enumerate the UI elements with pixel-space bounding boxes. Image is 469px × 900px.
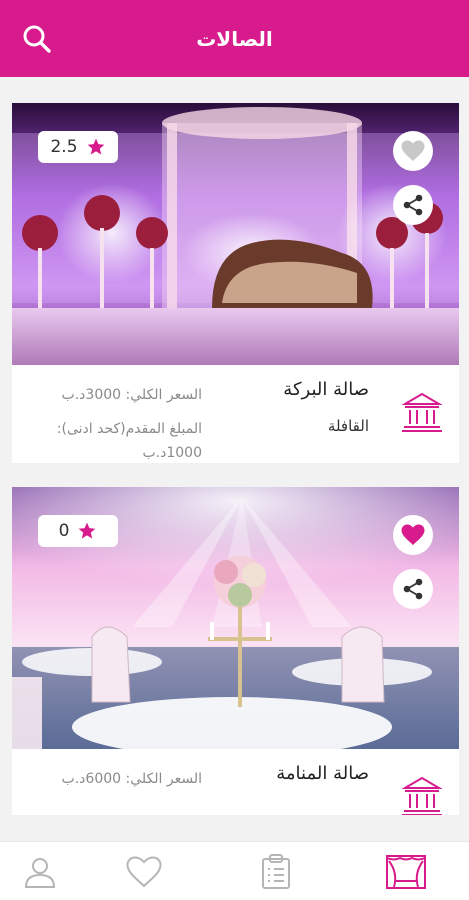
hall-card[interactable]: 2.5 صالة البركة القافلة السعر الكلي: 300… [12,103,459,463]
hall-name: صالة المنامة [276,763,369,784]
price-deposit: المبلغ المقدم(كحد ادنى): 1000د.ب [56,421,202,461]
stage-icon [386,855,426,889]
price-total: السعر الكلي: 3000د.ب [61,387,202,403]
heart-icon [401,524,425,545]
search-button[interactable] [22,24,52,54]
tab-halls[interactable] [386,854,426,890]
hall-photo[interactable]: 2.5 [12,103,459,365]
favorite-button[interactable] [393,131,433,171]
hall-info: صالة البركة القافلة السعر الكلي: 3000د.ب… [12,365,459,475]
share-icon [403,578,423,600]
page-title: الصالات [196,26,273,51]
rating-badge: 2.5 [38,131,118,163]
heart-icon [401,140,425,161]
share-button[interactable] [393,185,433,225]
star-icon [87,138,104,155]
tab-profile[interactable] [20,854,60,890]
hall-building-icon [401,776,443,815]
app-root: الصالات 2.5 صالة البركة القافلة السعر ال… [0,0,469,900]
heart-icon [126,856,162,888]
rating-value: 2.5 [50,137,78,157]
search-icon [23,25,51,53]
hall-name: صالة البركة [283,379,369,400]
star-icon [79,522,96,539]
top-bar: الصالات [0,0,469,77]
bottom-tab-bar [0,841,469,900]
favorite-button[interactable] [393,515,433,555]
price-total: السعر الكلي: 6000د.ب [61,771,202,787]
clipboard-icon [262,854,290,889]
rating-badge: 0 [38,515,118,547]
rating-value: 0 [58,521,70,541]
user-icon [24,858,56,888]
hall-city: القافلة [327,417,369,435]
tab-favorites[interactable] [124,854,164,890]
tab-bookings[interactable] [256,854,296,890]
share-icon [403,194,423,216]
hall-building-icon [401,392,443,432]
hall-info: صالة المنامة السعر الكلي: 6000د.ب [12,749,459,815]
halls-list[interactable]: 2.5 صالة البركة القافلة السعر الكلي: 300… [0,77,469,815]
hall-photo[interactable]: 0 [12,487,459,749]
hall-card[interactable]: 0 صالة المنامة السعر الكلي: 6000د.ب [12,487,459,815]
share-button[interactable] [393,569,433,609]
